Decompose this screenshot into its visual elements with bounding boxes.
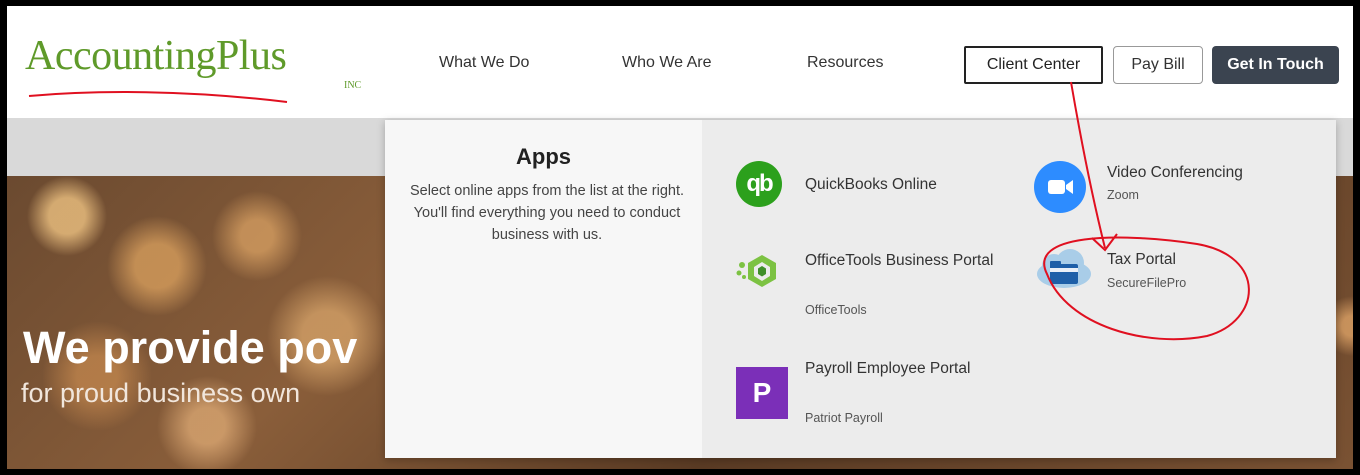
logo-inc-label: INC (344, 80, 362, 91)
quickbooks-icon: qb (736, 161, 782, 207)
apps-title: Apps (516, 144, 571, 169)
patriot-payroll-icon: P (736, 367, 788, 419)
apps-description: Select online apps from the list at the … (409, 183, 685, 243)
app-name: QuickBooks Online (805, 176, 937, 193)
app-provider: SecureFilePro (1107, 276, 1187, 290)
client-center-button[interactable]: Client Center (964, 46, 1103, 84)
app-name: Video Conferencing (1107, 164, 1243, 181)
app-name: Tax Portal (1107, 251, 1176, 268)
app-provider: Zoom (1107, 188, 1139, 202)
browser-viewport: AccountingPlus INC What We Do Who We Are… (7, 6, 1353, 469)
nav-what-we-do[interactable]: What We Do (439, 54, 529, 72)
hero-title: We provide pov (23, 322, 358, 373)
app-name: OfficeTools Business Portal (805, 252, 994, 269)
get-in-touch-button[interactable]: Get In Touch (1212, 46, 1339, 84)
tax-portal-cloud-folder-icon (1034, 246, 1092, 292)
accountingplus-logo[interactable]: AccountingPlus (25, 32, 287, 80)
hero-subtitle: for proud business own (21, 378, 301, 408)
app-name: Payroll Employee Portal (805, 360, 971, 377)
pay-bill-button[interactable]: Pay Bill (1113, 46, 1203, 84)
app-provider: Patriot Payroll (805, 411, 883, 425)
apps-info-panel: Apps Select online apps from the list at… (385, 120, 702, 458)
officetools-icon (736, 249, 782, 295)
site-header: AccountingPlus INC What We Do Who We Are… (7, 6, 1353, 118)
app-provider: OfficeTools (805, 303, 867, 317)
zoom-icon (1034, 161, 1086, 213)
nav-who-we-are[interactable]: Who We Are (622, 54, 712, 72)
nav-resources[interactable]: Resources (807, 54, 883, 72)
